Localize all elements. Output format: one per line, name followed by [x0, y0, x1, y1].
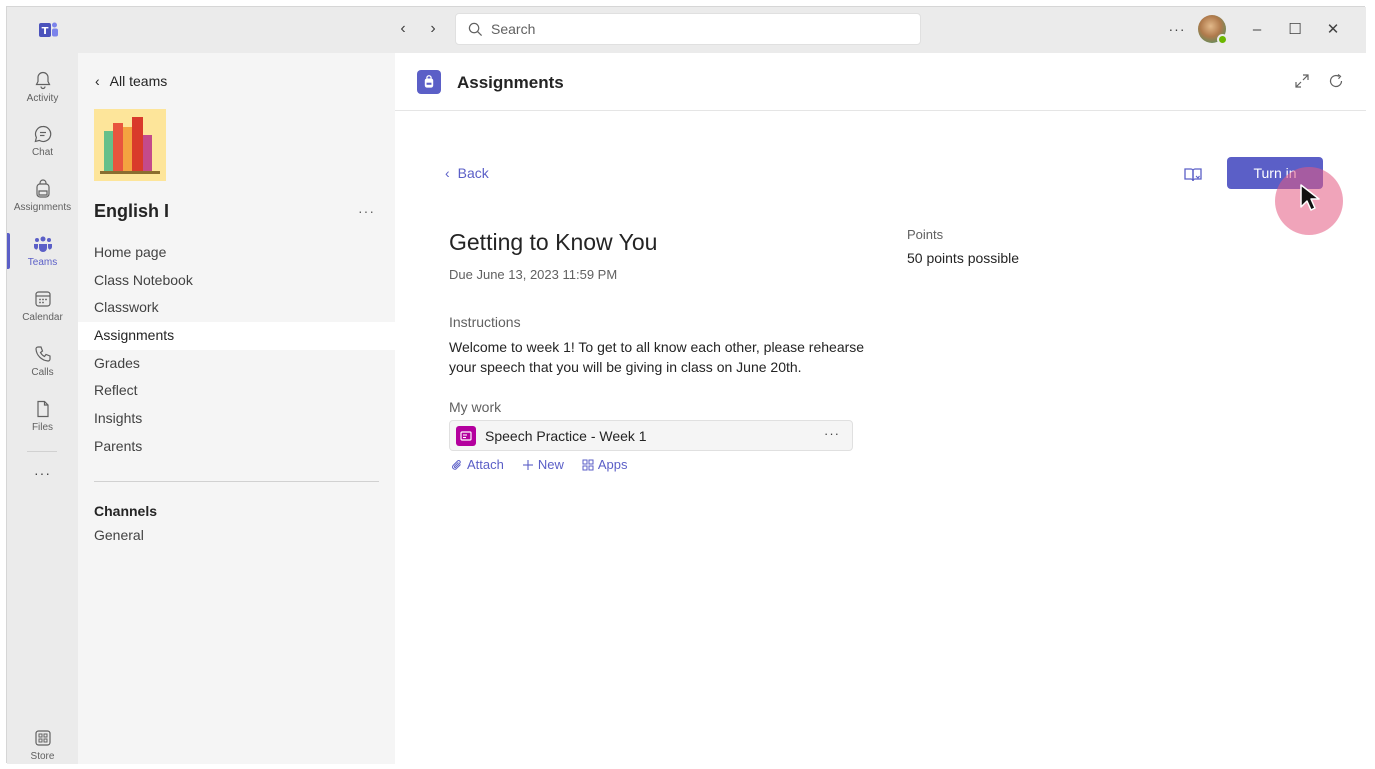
store-icon — [34, 730, 51, 746]
more-apps-button[interactable]: ··· — [7, 453, 78, 493]
rail-label-activity: Activity — [26, 93, 59, 104]
nav-item-assignments[interactable]: Assignments — [78, 322, 395, 350]
team-nav-list: Home page Class Notebook Classwork Assig… — [78, 239, 395, 461]
attach-button[interactable]: Attach — [451, 457, 504, 472]
teams-logo-icon[interactable]: T — [39, 20, 59, 40]
points-value: 50 points possible — [907, 250, 1020, 266]
presence-available-icon — [1217, 34, 1228, 45]
nav-item-parents[interactable]: Parents — [78, 433, 395, 461]
rail-item-calls[interactable]: Calls — [7, 333, 78, 389]
search-input[interactable]: Search — [455, 13, 921, 45]
refresh-icon[interactable] — [1328, 73, 1344, 89]
avatar[interactable] — [1198, 15, 1228, 45]
rail-item-teams[interactable]: Teams — [7, 223, 78, 279]
nav-item-class-notebook[interactable]: Class Notebook — [78, 267, 395, 295]
all-teams-link[interactable]: ‹ All teams — [95, 73, 167, 89]
paperclip-icon — [452, 459, 461, 470]
expand-icon[interactable] — [1294, 73, 1310, 89]
my-work-label: My work — [449, 399, 502, 415]
rail-label-assignments: Assignments — [13, 202, 72, 213]
assignment-title: Getting to Know You — [449, 229, 658, 255]
minimize-button[interactable]: – — [1238, 15, 1276, 43]
attach-label: Attach — [467, 457, 504, 472]
rail-item-calendar[interactable]: Calendar — [7, 278, 78, 334]
search-icon — [468, 22, 483, 36]
rail-label-calendar: Calendar — [22, 312, 63, 323]
attached-file-row[interactable]: Speech Practice - Week 1 ··· — [449, 420, 853, 451]
nav-item-grades[interactable]: Grades — [78, 350, 395, 378]
rail-label-files: Files — [31, 422, 54, 433]
file-icon — [36, 400, 49, 418]
header-actions — [1294, 73, 1344, 89]
due-date: Due June 13, 2023 11:59 PM — [449, 267, 618, 282]
nav-item-insights[interactable]: Insights — [78, 405, 395, 433]
title-bar: T ‹ › Search ··· – ☐ ✕ — [7, 7, 1366, 53]
maximize-button[interactable]: ☐ — [1276, 15, 1314, 43]
app-title: Assignments — [457, 73, 564, 92]
instructions-label: Instructions — [449, 314, 521, 330]
file-more-options-button[interactable]: ··· — [824, 426, 840, 441]
bell-icon — [35, 71, 50, 90]
team-more-options-button[interactable]: ··· — [358, 203, 375, 219]
nav-item-home-page[interactable]: Home page — [78, 239, 395, 267]
channel-item-general[interactable]: General — [94, 527, 144, 543]
back-button[interactable]: ‹ Back — [445, 165, 489, 181]
rail-item-chat[interactable]: Chat — [7, 113, 78, 169]
apps-grid-icon — [582, 459, 594, 470]
team-name: English I — [94, 201, 170, 221]
team-books-image[interactable] — [94, 109, 166, 181]
phone-icon — [34, 346, 51, 362]
backpack-icon — [35, 179, 50, 198]
close-button[interactable]: ✕ — [1314, 15, 1352, 43]
apps-label: Apps — [597, 457, 628, 472]
assignments-main: Assignments ‹ Back Turn in Getting to Kn… — [395, 53, 1366, 764]
svg-text:T: T — [42, 26, 49, 37]
speech-coach-file-icon — [456, 425, 476, 446]
nav-item-classwork[interactable]: Classwork — [78, 294, 395, 322]
plus-icon — [522, 459, 533, 470]
nav-item-reflect[interactable]: Reflect — [78, 377, 395, 405]
immersive-reader-icon[interactable] — [1183, 165, 1203, 185]
chat-icon — [34, 125, 51, 143]
instructions-text: Welcome to week 1! To get to all know ea… — [449, 339, 865, 375]
team-panel: ‹ All teams English I ··· Home page Clas… — [78, 53, 395, 764]
title-bar-controls: ··· – ☐ ✕ — [1162, 15, 1352, 45]
back-label: Back — [457, 165, 489, 181]
more-options-button[interactable]: ··· — [1162, 21, 1192, 37]
rail-label-store: Store — [30, 751, 55, 762]
all-teams-label: All teams — [109, 73, 168, 89]
mouse-pointer-icon — [1300, 184, 1320, 211]
teams-window: T ‹ › Search ··· – ☐ ✕ Activity Chat Ass… — [6, 6, 1366, 764]
history-nav: ‹ › — [395, 20, 441, 38]
rail-label-teams: Teams — [27, 257, 58, 268]
forward-arrow-icon[interactable]: › — [425, 20, 441, 38]
app-header: Assignments — [395, 53, 1366, 111]
search-placeholder: Search — [491, 21, 536, 37]
apps-button[interactable]: Apps — [582, 457, 628, 472]
teams-icon — [33, 236, 52, 252]
points-label: Points — [907, 227, 944, 242]
rail-item-activity[interactable]: Activity — [7, 59, 78, 115]
rail-item-store[interactable]: Store — [7, 717, 78, 769]
app-rail: Activity Chat Assignments Teams Calendar… — [7, 53, 78, 764]
back-arrow-icon[interactable]: ‹ — [395, 20, 411, 38]
channels-heading: Channels — [94, 503, 158, 519]
panel-divider — [94, 481, 379, 482]
new-label: New — [537, 457, 564, 472]
assignments-app-icon — [417, 70, 441, 94]
rail-label-chat: Chat — [31, 147, 54, 158]
chevron-left-icon: ‹ — [445, 165, 450, 181]
rail-divider — [27, 451, 57, 452]
rail-item-files[interactable]: Files — [7, 388, 78, 444]
file-name: Speech Practice - Week 1 — [485, 427, 647, 444]
work-actions: Attach New Apps — [451, 457, 628, 472]
calendar-icon — [34, 291, 51, 307]
chevron-left-icon: ‹ — [95, 73, 100, 89]
rail-item-assignments[interactable]: Assignments — [7, 168, 78, 224]
rail-label-calls: Calls — [31, 367, 54, 378]
new-button[interactable]: New — [522, 457, 564, 472]
